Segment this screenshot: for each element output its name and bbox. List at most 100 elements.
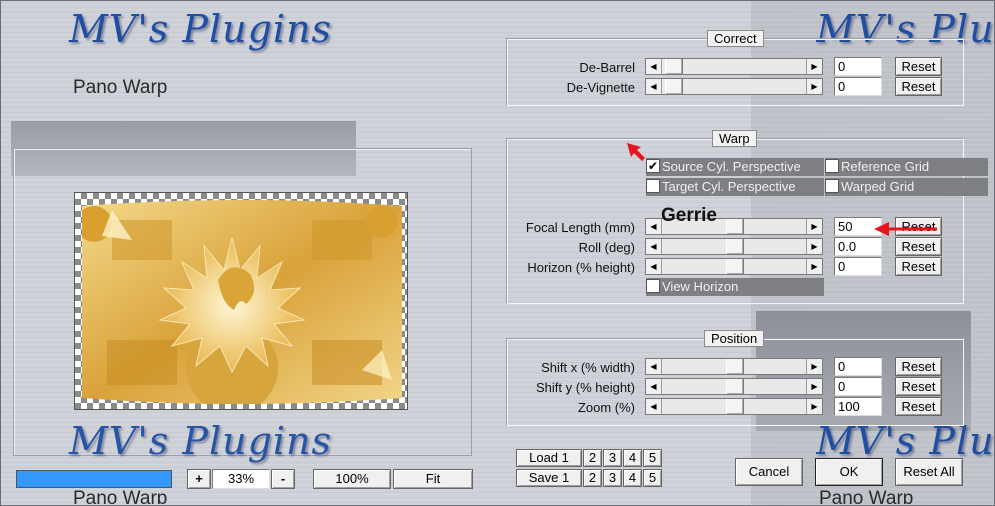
horizon-label: Horizon (% height) xyxy=(527,260,635,275)
de-barrel-field[interactable]: 0 xyxy=(834,57,882,76)
de-vignette-reset-button[interactable]: Reset xyxy=(895,77,942,96)
arrow-left-icon[interactable]: ◀ xyxy=(646,239,662,254)
de-vignette-slider[interactable]: ◀ ▶ xyxy=(645,78,823,95)
zoom-100-button[interactable]: 100% xyxy=(313,469,391,489)
progress-bar xyxy=(16,470,172,488)
shift-x-reset-button[interactable]: Reset xyxy=(895,357,942,376)
plugin-title-bottom: Pano Warp xyxy=(73,488,168,504)
arrow-left-icon[interactable]: ◀ xyxy=(646,379,662,394)
arrow-right-icon[interactable]: ▶ xyxy=(806,359,822,374)
source-cyl-checkbox[interactable]: ✔ Source Cyl. Perspective xyxy=(646,158,824,176)
de-barrel-reset-button[interactable]: Reset xyxy=(895,57,942,76)
source-cyl-label: Source Cyl. Perspective xyxy=(662,159,801,174)
position-group-title: Position xyxy=(704,330,765,347)
marker-arrow-icon xyxy=(874,222,937,236)
target-cyl-label: Target Cyl. Perspective xyxy=(662,179,796,194)
logo-bottom-left: MV's Plugins xyxy=(69,419,333,463)
shift-y-field[interactable]: 0 xyxy=(834,377,882,396)
marker-arrow-icon xyxy=(627,143,645,161)
save-slot-3[interactable]: 3 xyxy=(603,469,622,487)
checkbox-icon[interactable] xyxy=(646,179,660,193)
zoom-slider[interactable]: ◀ ▶ xyxy=(645,398,823,415)
load-slot-5[interactable]: 5 xyxy=(643,449,662,467)
horizon-slider[interactable]: ◀ ▶ xyxy=(645,258,823,275)
arrow-left-icon[interactable]: ◀ xyxy=(646,399,662,414)
load-slot-4[interactable]: 4 xyxy=(623,449,642,467)
reference-grid-label: Reference Grid xyxy=(841,159,930,174)
arrow-right-icon[interactable]: ▶ xyxy=(806,379,822,394)
preview-canvas[interactable] xyxy=(74,192,408,410)
preview-image xyxy=(82,200,402,404)
warp-group-title: Warp xyxy=(712,130,757,147)
shift-y-label: Shift y (% height) xyxy=(536,380,635,395)
zoom-out-button[interactable]: - xyxy=(271,469,295,489)
save-slot-2[interactable]: 2 xyxy=(583,469,602,487)
slider-thumb[interactable] xyxy=(726,379,744,394)
arrow-left-icon[interactable]: ◀ xyxy=(646,219,662,234)
arrow-right-icon[interactable]: ▶ xyxy=(806,219,822,234)
plugin-title: Pano Warp xyxy=(73,77,168,98)
arrow-left-icon[interactable]: ◀ xyxy=(646,79,662,94)
slider-thumb[interactable] xyxy=(726,259,744,274)
zoom-label: Zoom (%) xyxy=(577,400,635,415)
zoom-field[interactable]: 100 xyxy=(834,397,882,416)
slider-thumb[interactable] xyxy=(726,239,744,254)
slider-thumb[interactable] xyxy=(665,79,683,94)
save-slot-4[interactable]: 4 xyxy=(623,469,642,487)
save-slot-5[interactable]: 5 xyxy=(643,469,662,487)
watermark-text: Gerrie xyxy=(661,205,717,226)
load-slot-2[interactable]: 2 xyxy=(583,449,602,467)
logo-top-left: MV's Plugins xyxy=(69,7,333,51)
arrow-right-icon[interactable]: ▶ xyxy=(806,239,822,254)
save-preset-button[interactable]: Save 1 xyxy=(516,469,582,487)
arrow-right-icon[interactable]: ▶ xyxy=(806,59,822,74)
cancel-button[interactable]: Cancel xyxy=(735,458,803,486)
de-barrel-slider[interactable]: ◀ ▶ xyxy=(645,58,823,75)
ok-button[interactable]: OK xyxy=(815,458,883,486)
arrow-left-icon[interactable]: ◀ xyxy=(646,359,662,374)
slider-thumb[interactable] xyxy=(726,359,744,374)
warped-grid-label: Warped Grid xyxy=(841,179,915,194)
load-preset-button[interactable]: Load 1 xyxy=(516,449,582,467)
shift-y-slider[interactable]: ◀ ▶ xyxy=(645,378,823,395)
view-horizon-label: View Horizon xyxy=(662,279,739,294)
zoom-in-button[interactable]: + xyxy=(187,469,211,489)
de-vignette-label: De-Vignette xyxy=(566,80,635,95)
correct-group-title: Correct xyxy=(707,30,764,47)
load-slot-3[interactable]: 3 xyxy=(603,449,622,467)
roll-field[interactable]: 0.0 xyxy=(834,237,882,256)
plugin-title-bottom-right: Pano Warp xyxy=(819,488,914,504)
de-barrel-label: De-Barrel xyxy=(579,60,635,75)
roll-label: Roll (deg) xyxy=(578,240,635,255)
zoom-reset-button[interactable]: Reset xyxy=(895,397,942,416)
slider-thumb[interactable] xyxy=(726,219,744,234)
shift-x-label: Shift x (% width) xyxy=(541,360,635,375)
horizon-reset-button[interactable]: Reset xyxy=(895,257,942,276)
slider-thumb[interactable] xyxy=(726,399,744,414)
view-horizon-checkbox[interactable]: View Horizon xyxy=(646,278,824,296)
shift-y-reset-button[interactable]: Reset xyxy=(895,377,942,396)
arrow-right-icon[interactable]: ▶ xyxy=(806,399,822,414)
reset-all-button[interactable]: Reset All xyxy=(895,458,963,486)
checkbox-checked-icon[interactable]: ✔ xyxy=(646,159,660,173)
arrow-right-icon[interactable]: ▶ xyxy=(806,79,822,94)
shift-x-slider[interactable]: ◀ ▶ xyxy=(645,358,823,375)
horizon-field[interactable]: 0 xyxy=(834,257,882,276)
de-vignette-field[interactable]: 0 xyxy=(834,77,882,96)
focal-length-label: Focal Length (mm) xyxy=(525,220,635,235)
checkbox-icon[interactable] xyxy=(825,159,839,173)
roll-slider[interactable]: ◀ ▶ xyxy=(645,238,823,255)
slider-thumb[interactable] xyxy=(665,59,683,74)
target-cyl-checkbox[interactable]: Target Cyl. Perspective xyxy=(646,178,824,196)
checkbox-icon[interactable] xyxy=(646,279,660,293)
roll-reset-button[interactable]: Reset xyxy=(895,237,942,256)
shift-x-field[interactable]: 0 xyxy=(834,357,882,376)
arrow-left-icon[interactable]: ◀ xyxy=(646,59,662,74)
checkbox-icon[interactable] xyxy=(825,179,839,193)
arrow-left-icon[interactable]: ◀ xyxy=(646,259,662,274)
arrow-right-icon[interactable]: ▶ xyxy=(806,259,822,274)
fit-button[interactable]: Fit xyxy=(393,469,473,489)
reference-grid-checkbox[interactable]: Reference Grid xyxy=(825,158,988,176)
zoom-level-field[interactable]: 33% xyxy=(212,469,270,489)
warped-grid-checkbox[interactable]: Warped Grid xyxy=(825,178,988,196)
